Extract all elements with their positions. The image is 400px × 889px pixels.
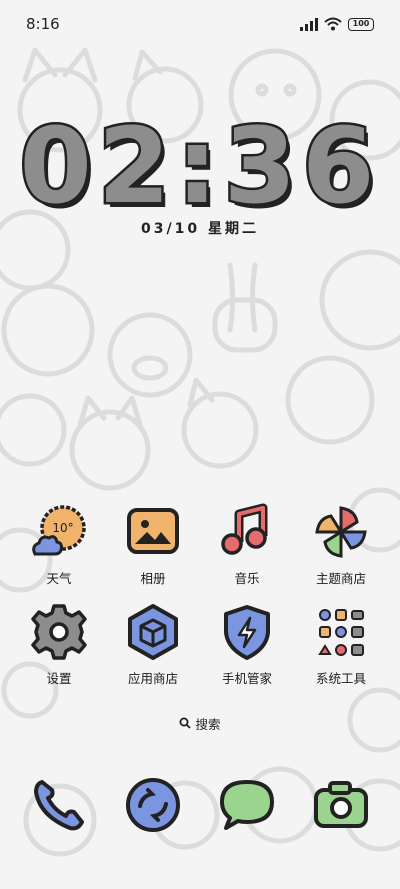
app-label: 系统工具 <box>315 671 366 686</box>
app-app-store[interactable]: 应用商店 <box>106 600 200 687</box>
date-label: 03/10 星期二 <box>141 221 259 237</box>
system-tools-folder-icon <box>309 600 373 664</box>
app-label: 手机管家 <box>221 671 272 686</box>
app-settings[interactable]: 设置 <box>12 600 106 687</box>
weather-icon: 10° <box>27 500 91 564</box>
app-label: 主题商店 <box>315 571 366 586</box>
search-icon <box>179 717 192 729</box>
app-theme-store[interactable]: 主题商店 <box>294 500 388 587</box>
app-label: 应用商店 <box>127 671 178 686</box>
app-weather[interactable]: 10° 天气 <box>12 500 106 587</box>
app-label: 音乐 <box>234 571 260 586</box>
settings-icon <box>27 600 91 664</box>
app-music[interactable]: 音乐 <box>200 500 294 587</box>
app-row-2: 设置 应用商店 手机管家 系统工具 <box>12 600 388 687</box>
search-label: 搜索 <box>195 716 221 732</box>
clock-widget[interactable]: 02:36 <box>0 103 400 230</box>
dock <box>12 772 388 838</box>
signal-icon <box>300 17 318 31</box>
status-icons: 100 <box>300 17 374 31</box>
messages-icon <box>214 772 280 838</box>
dock-messages[interactable] <box>200 772 294 838</box>
phone-icon <box>26 772 92 838</box>
wifi-icon <box>324 17 342 31</box>
dock-phone[interactable] <box>12 772 106 838</box>
status-bar: 8:16 100 <box>0 0 400 48</box>
dock-browser[interactable] <box>106 772 200 838</box>
app-security[interactable]: 手机管家 <box>200 600 294 687</box>
app-row-1: 10° 天气 相册 音乐 主题商店 <box>12 500 388 587</box>
app-gallery[interactable]: 相册 <box>106 500 200 587</box>
app-store-icon <box>121 600 185 664</box>
camera-icon <box>308 772 374 838</box>
dock-camera[interactable] <box>294 772 388 838</box>
app-label: 设置 <box>46 671 72 686</box>
browser-icon <box>120 772 186 838</box>
app-label: 天气 <box>46 571 72 586</box>
theme-store-icon <box>309 500 373 564</box>
app-label: 相册 <box>140 571 166 586</box>
weather-temp: 10° <box>52 521 73 535</box>
search-button[interactable]: 搜索 <box>170 710 230 736</box>
gallery-icon <box>121 500 185 564</box>
status-time: 8:16 <box>26 15 60 33</box>
security-icon <box>215 600 279 664</box>
music-icon <box>215 500 279 564</box>
battery-icon: 100 <box>348 17 374 31</box>
app-system-tools-folder[interactable]: 系统工具 <box>294 600 388 687</box>
